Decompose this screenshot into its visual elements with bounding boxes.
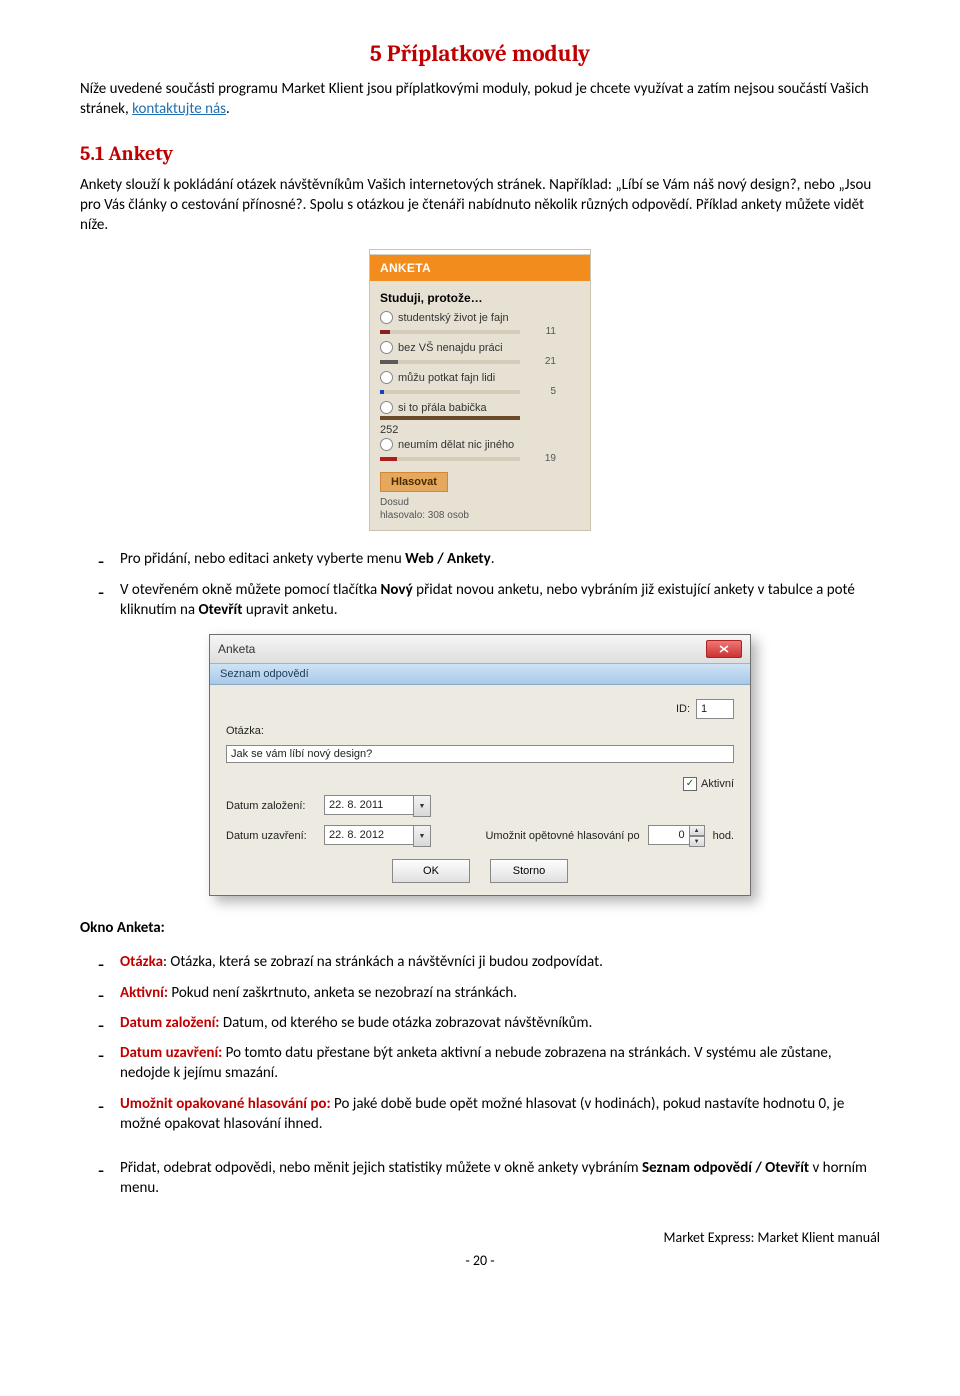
repeat-label: Umožnit opětovné hlasování po <box>485 830 639 842</box>
radio-icon[interactable] <box>380 371 393 384</box>
list-item: Otázka: Otázka, která se zobrazí na strá… <box>120 952 880 972</box>
definition-term: Datum uzavření: <box>120 1044 222 1062</box>
chevron-down-icon: ▼ <box>413 795 431 817</box>
poll-option-label: můžu potkat fajn lidi <box>398 372 495 384</box>
footer-text: Market Express: Market Klient manuál <box>80 1229 880 1246</box>
date-created-field[interactable]: 22. 8. 2011 ▼ <box>324 795 431 817</box>
instruction-list-2: Přidat, odebrat odpovědi, nebo měnit jej… <box>80 1158 880 1199</box>
radio-icon[interactable] <box>380 438 393 451</box>
question-label: Otázka: <box>226 725 316 737</box>
cancel-button[interactable]: Storno <box>490 859 568 883</box>
question-field[interactable]: Jak se vám líbí nový design? <box>226 745 734 763</box>
dialog-title: Anketa <box>218 642 255 656</box>
poll-header: ANKETA <box>370 255 590 281</box>
ok-button[interactable]: OK <box>392 859 470 883</box>
definition-body: Pokud není zaškrtnuto, anketa se nezobra… <box>171 984 517 1002</box>
poll-count: 21 <box>526 356 556 367</box>
list-item: V otevřeném okně můžete pomocí tlačítka … <box>120 580 880 621</box>
poll-count: 19 <box>526 453 556 464</box>
poll-count: 5 <box>526 386 556 397</box>
section-paragraph: Ankety slouží k pokládání otázek návštěv… <box>80 175 880 236</box>
date-closed-field[interactable]: 22. 8. 2012 ▼ <box>324 825 431 847</box>
definitions-list: Otázka: Otázka, která se zobrazí na strá… <box>80 952 880 1134</box>
poll-count: 252 <box>380 424 580 436</box>
intro-paragraph: Níže uvedené součásti programu Market Kl… <box>80 79 880 120</box>
chevron-up-icon: ▲ <box>689 825 705 836</box>
list-item: Přidat, odebrat odpovědi, nebo měnit jej… <box>120 1158 880 1199</box>
chevron-down-icon: ▼ <box>689 836 705 847</box>
poll-example-wrap: ANKETA Studuji, protože… studentský živo… <box>80 249 880 531</box>
definition-term: Aktivní: <box>120 984 168 1002</box>
dialog-titlebar: Anketa <box>210 635 750 664</box>
dialog-body: ID: 1 Otázka: Jak se vám líbí nový desig… <box>210 685 750 895</box>
poll-bar <box>380 330 520 334</box>
document-page: 5 Příplatkové moduly Níže uvedené součás… <box>0 0 960 1299</box>
list-item: Datum založení: Datum, od kterého se bud… <box>120 1013 880 1033</box>
close-icon[interactable] <box>706 640 742 658</box>
poll-option: můžu potkat fajn lidi 5 <box>380 371 580 397</box>
poll-option-label: neumím dělat nic jiného <box>398 439 514 451</box>
active-label: Aktivní <box>701 778 734 790</box>
poll-bar <box>380 360 520 364</box>
spinner-buttons: ▲ ▼ <box>689 825 705 847</box>
definition-term: Otázka <box>120 953 163 971</box>
contact-link[interactable]: kontaktujte nás <box>132 100 226 118</box>
definition-body: Otázka, která se zobrazí na stránkách a … <box>170 953 602 971</box>
poll-option: bez VŠ nenajdu práci 21 <box>380 341 580 367</box>
heading-chapter: 5 Příplatkové moduly <box>80 40 880 67</box>
dialog-menu-item[interactable]: Seznam odpovědí <box>210 664 750 685</box>
poll-option: studentský život je fajn 11 <box>380 311 580 337</box>
chevron-down-icon: ▼ <box>413 825 431 847</box>
poll-bar <box>380 390 520 394</box>
checkbox-icon: ✓ <box>683 777 697 791</box>
poll-option-label: si to přála babička <box>398 402 487 414</box>
poll-option: si to přála babička 252 <box>380 401 580 436</box>
id-label: ID: <box>676 703 690 715</box>
definition-body: Po tomto datu přestane být anketa aktivn… <box>120 1044 832 1082</box>
active-checkbox[interactable]: ✓ Aktivní <box>683 777 734 791</box>
anketa-dialog: Anketa Seznam odpovědí ID: 1 Otázka: Jak… <box>209 634 751 896</box>
poll-body: Studuji, protože… studentský život je fa… <box>370 281 590 530</box>
poll-footer: Dosud hlasovalo: 308 osob <box>380 496 580 522</box>
list-item: Aktivní: Pokud není zaškrtnuto, anketa s… <box>120 983 880 1003</box>
poll-count: 11 <box>526 326 556 337</box>
heading-section: 5.1 Ankety <box>80 142 880 165</box>
poll-widget: ANKETA Studuji, protože… studentský živo… <box>369 249 591 531</box>
intro-text-b: . <box>226 100 230 118</box>
date-created-label: Datum založení: <box>226 800 316 812</box>
poll-bar <box>380 457 520 461</box>
repeat-stepper[interactable]: 0 ▲ ▼ <box>648 825 705 847</box>
radio-icon[interactable] <box>380 341 393 354</box>
definition-body: Datum, od kterého se bude otázka zobrazo… <box>223 1014 592 1032</box>
repeat-unit: hod. <box>713 830 734 842</box>
radio-icon[interactable] <box>380 311 393 324</box>
vote-button[interactable]: Hlasovat <box>380 472 448 492</box>
list-item: Datum uzavření: Po tomto datu přestane b… <box>120 1043 880 1084</box>
id-field[interactable]: 1 <box>696 699 734 719</box>
poll-bar <box>380 416 520 420</box>
instruction-list-1: Pro přidání, nebo editaci ankety vyberte… <box>80 549 880 620</box>
poll-option: neumím dělat nic jiného 19 <box>380 438 580 464</box>
date-closed-label: Datum uzavření: <box>226 830 316 842</box>
radio-icon[interactable] <box>380 401 393 414</box>
dialog-screenshot-wrap: Anketa Seznam odpovědí ID: 1 Otázka: Jak… <box>80 634 880 896</box>
page-number: - 20 - <box>80 1252 880 1269</box>
poll-option-label: studentský život je fajn <box>398 312 509 324</box>
poll-option-label: bez VŠ nenajdu práci <box>398 342 503 354</box>
definition-term: Datum založení: <box>120 1014 219 1032</box>
poll-footer-2: hlasovalo: 308 osob <box>380 510 469 521</box>
poll-question: Studuji, protože… <box>380 291 580 305</box>
list-item: Umožnit opakované hlasování po: Po jaké … <box>120 1094 880 1135</box>
list-item: Pro přidání, nebo editaci ankety vyberte… <box>120 549 880 569</box>
okno-heading: Okno Anketa: <box>80 918 880 938</box>
definition-term: Umožnit opakované hlasování po: <box>120 1095 331 1113</box>
poll-footer-1: Dosud <box>380 497 409 508</box>
